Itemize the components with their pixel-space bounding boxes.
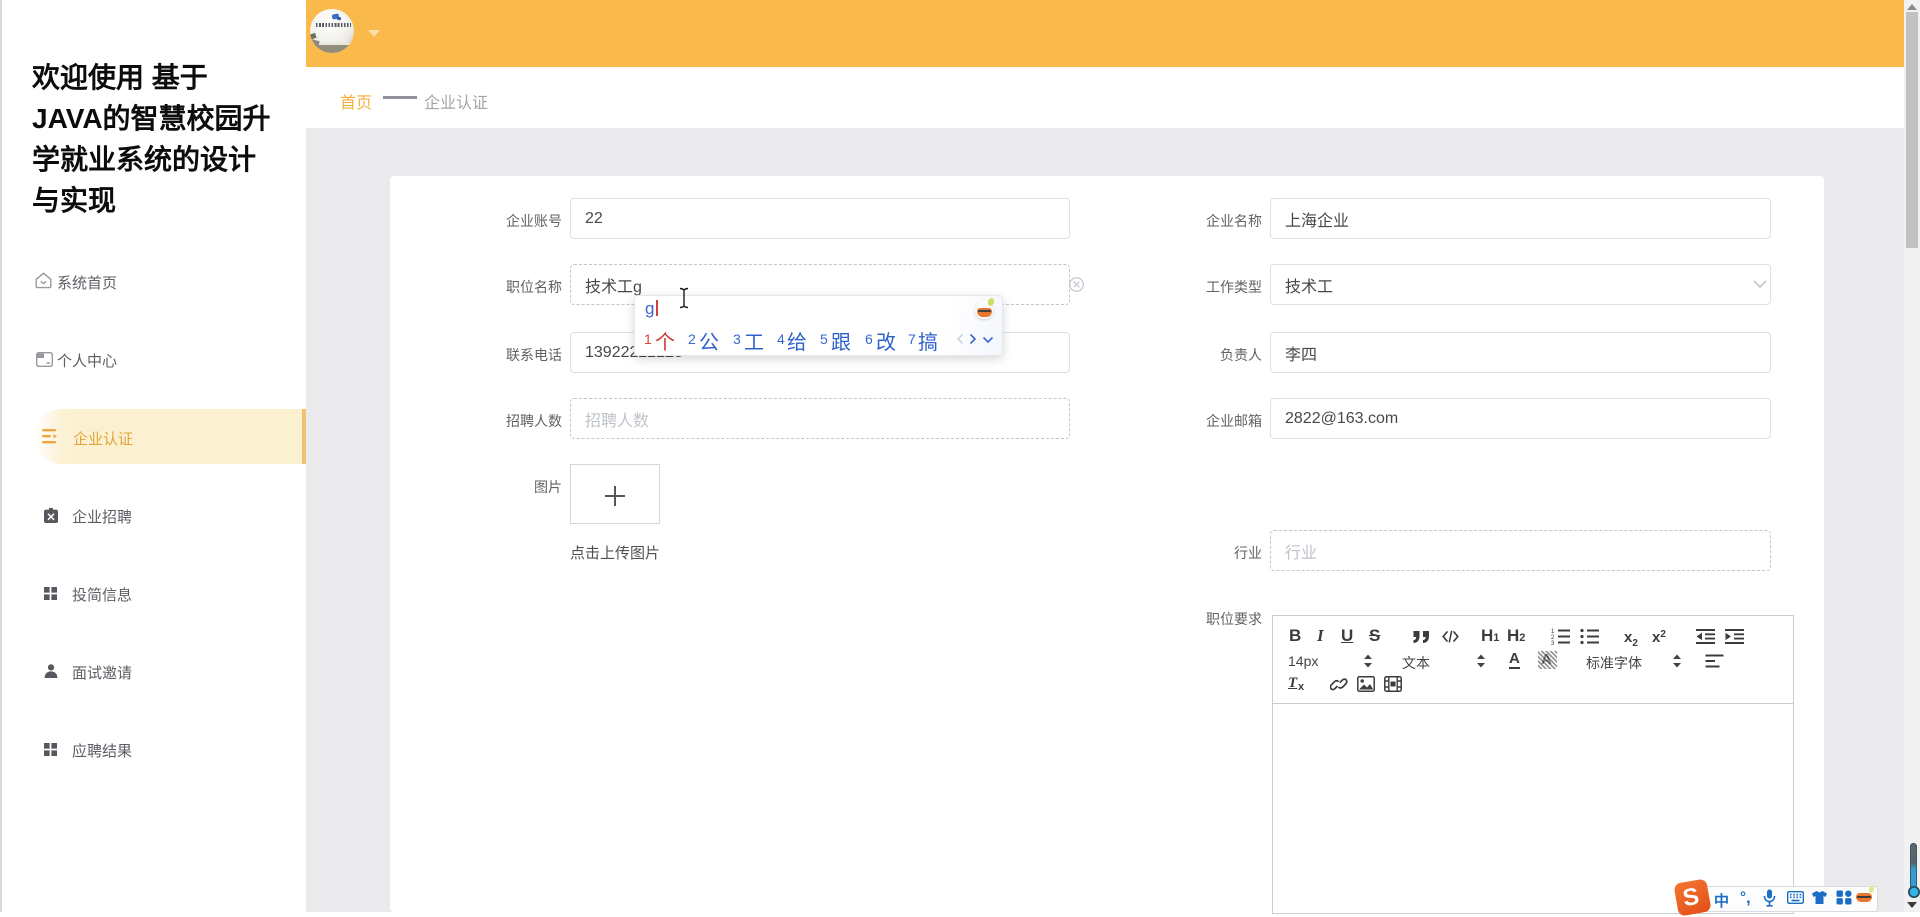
svg-text:3: 3 (1551, 641, 1555, 645)
